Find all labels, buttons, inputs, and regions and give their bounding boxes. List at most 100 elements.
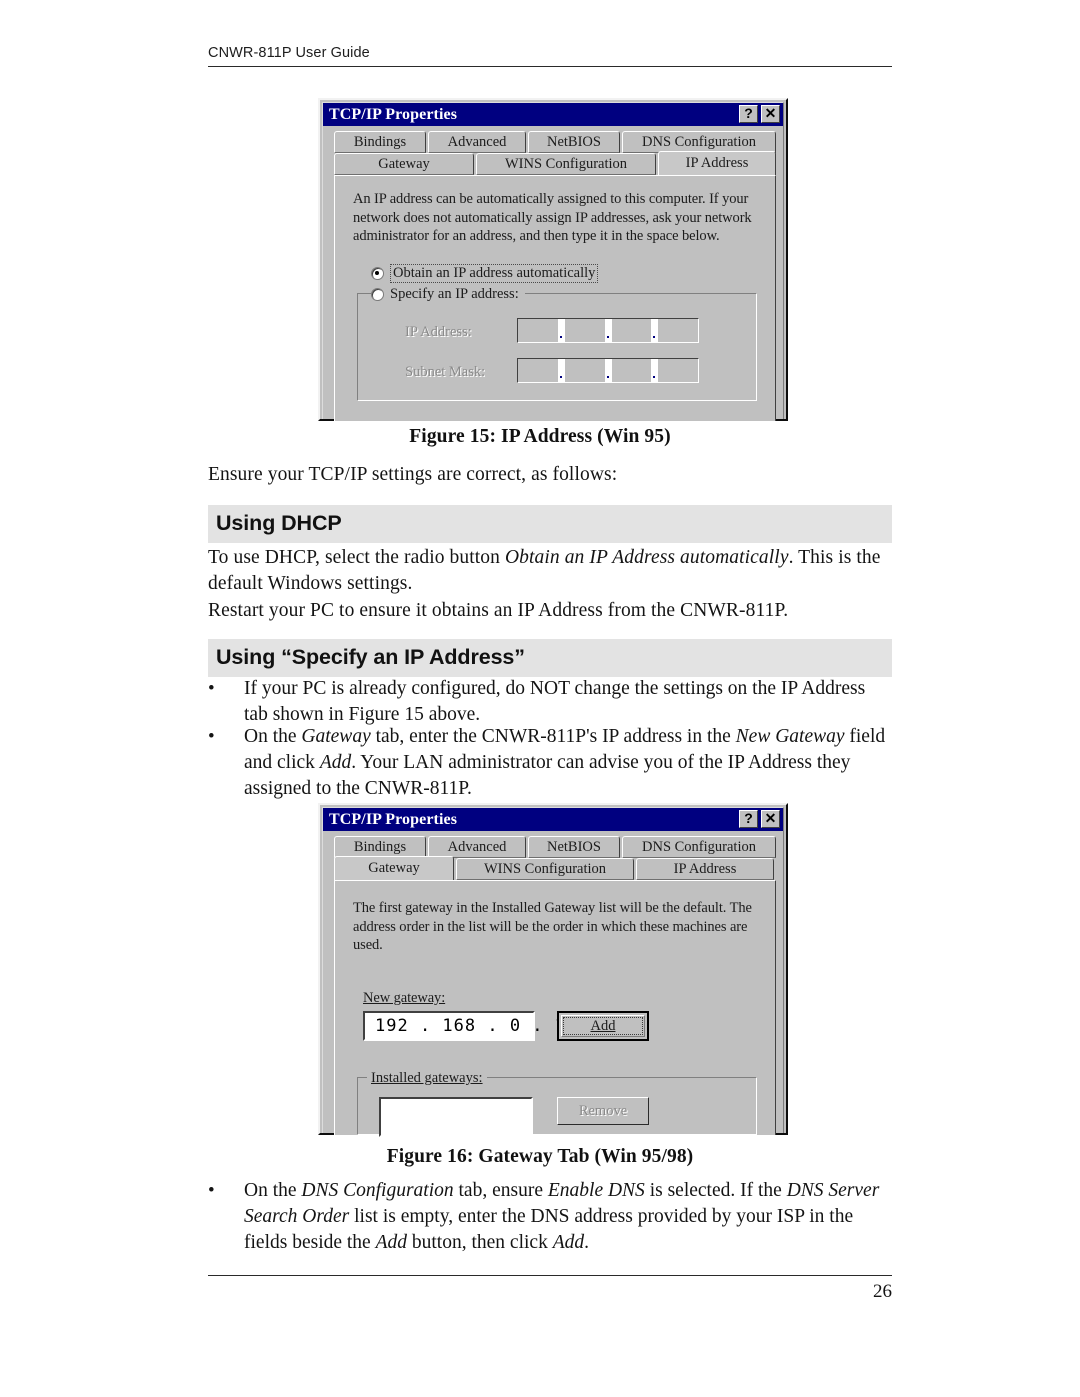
dhcp-paragraph-1-italic: Obtain an IP Address automatically (504, 547, 789, 568)
list-item: • On the DNS Configuration tab, ensure E… (208, 1178, 892, 1256)
mask-octet-2[interactable] (564, 359, 605, 382)
header-rule (208, 66, 892, 67)
tab-panel-ip-address: An IP address can be automatically assig… (334, 175, 776, 421)
tab-netbios[interactable]: NetBIOS (528, 836, 620, 858)
tab-ip-address[interactable]: IP Address (636, 858, 774, 880)
tcpip-properties-dialog-ip-address[interactable]: TCP/IP Properties ? ✕ Bindings Advanced … (318, 98, 788, 421)
list-item: • On the Gateway tab, enter the CNWR-811… (208, 724, 892, 802)
radio-button-icon[interactable] (371, 288, 384, 301)
tab-dns-configuration[interactable]: DNS Configuration (622, 131, 776, 153)
ip-separator-dot (604, 319, 612, 342)
bullet-3-c: is selected. If the (644, 1180, 787, 1201)
tab-wins-configuration[interactable]: WINS Configuration (456, 858, 634, 880)
tab-bindings[interactable]: Bindings (334, 836, 426, 858)
radio-obtain-automatically[interactable]: Obtain an IP address automatically (371, 264, 599, 283)
close-icon[interactable]: ✕ (761, 105, 780, 123)
ip-octet-3[interactable] (611, 319, 652, 342)
ip-separator-dot (604, 359, 612, 382)
help-icon[interactable]: ? (739, 810, 758, 828)
bullet-3-f: . (584, 1232, 589, 1253)
tab-row-top: Bindings Advanced NetBIOS DNS Configurat… (334, 131, 778, 153)
installed-gateways-label: Installed gateways: (367, 1070, 487, 1087)
tab-advanced[interactable]: Advanced (428, 836, 526, 858)
running-header: CNWR-811P User Guide (208, 45, 892, 67)
bullet-marker: • (208, 678, 215, 699)
add-button-label: Add (590, 1017, 616, 1034)
tab-gateway[interactable]: Gateway (334, 856, 454, 880)
bullet-3-i5: Add (552, 1232, 585, 1253)
radio-button-icon[interactable] (371, 267, 384, 280)
add-button[interactable]: Add (557, 1011, 649, 1041)
mask-octet-1[interactable] (518, 359, 558, 382)
bullet-2-i2: New Gateway (735, 726, 845, 747)
subnet-mask-input[interactable] (517, 358, 699, 383)
remove-button[interactable]: Remove (557, 1097, 649, 1125)
dialog-title: TCP/IP Properties (329, 810, 458, 828)
new-gateway-label: New gateway: (363, 989, 445, 1008)
bullet-3-a: On the (244, 1180, 302, 1201)
tcpip-properties-dialog-gateway[interactable]: TCP/IP Properties ? ✕ Bindings Advanced … (318, 803, 788, 1137)
subnet-mask-field-label: Subnet Mask: (405, 364, 486, 380)
ip-separator-dot (651, 359, 659, 382)
bullet-3-text: On the DNS Configuration tab, ensure Ena… (244, 1178, 892, 1256)
tab-advanced[interactable]: Advanced (428, 131, 526, 153)
tab-row-bottom: Gateway WINS Configuration IP Address (334, 151, 778, 175)
page-number: 26 (873, 1281, 892, 1302)
new-gateway-input[interactable]: 192 . 168 . 0 . 1 (363, 1011, 565, 1041)
mask-octet-3[interactable] (611, 359, 652, 382)
tab-row-top: Bindings Advanced NetBIOS DNS Configurat… (334, 836, 778, 858)
bullet-marker: • (208, 726, 215, 747)
ip-address-description: An IP address can be automatically assig… (353, 191, 752, 244)
ip-address-input[interactable] (517, 318, 699, 343)
gateway-description: The first gateway in the Installed Gatew… (353, 900, 752, 953)
heading-using-dhcp: Using DHCP (208, 505, 892, 543)
tab-dns-configuration[interactable]: DNS Configuration (622, 836, 776, 858)
titlebar-buttons: ? ✕ (739, 810, 780, 828)
bullet-1-text: If your PC is already configured, do NOT… (244, 678, 866, 725)
running-header-text: CNWR-811P User Guide (208, 45, 370, 61)
dialog-titlebar[interactable]: TCP/IP Properties ? ✕ (323, 103, 783, 126)
bullet-2-b: tab, enter the CNWR-811P's IP address in… (370, 726, 736, 747)
bullet-2-text: On the Gateway tab, enter the CNWR-811P'… (244, 724, 892, 802)
figure-15-caption: Figure 15: IP Address (Win 95) (409, 426, 671, 447)
ip-octet-4[interactable] (658, 319, 698, 342)
tab-gateway[interactable]: Gateway (334, 153, 474, 175)
ip-separator-dot (651, 319, 659, 342)
bullet-2-i3: Add (319, 752, 352, 773)
bullet-2-a: On the (244, 726, 302, 747)
bullet-3-b: tab, ensure (453, 1180, 548, 1201)
footer-rule (208, 1275, 892, 1276)
bullet-3-i4: Add (375, 1232, 408, 1253)
ip-address-field-label: IP Address: (405, 324, 472, 340)
document-page: CNWR-811P User Guide TCP/IP Properties ?… (0, 0, 1080, 1397)
intro-paragraph: Ensure your TCP/IP settings are correct,… (208, 464, 618, 485)
ip-separator-dot (557, 359, 565, 382)
tab-row-bottom: Gateway WINS Configuration IP Address (334, 856, 776, 880)
mask-octet-4[interactable] (658, 359, 698, 382)
dhcp-paragraph-2: Restart your PC to ensure it obtains an … (208, 600, 789, 621)
close-icon[interactable]: ✕ (761, 810, 780, 828)
figure-16-caption: Figure 16: Gateway Tab (Win 95/98) (386, 1146, 694, 1167)
dialog-titlebar[interactable]: TCP/IP Properties ? ✕ (323, 808, 783, 831)
heading-using-specify-ip-address: Using “Specify an IP Address” (208, 639, 892, 677)
bullet-3-i1: DNS Configuration (301, 1180, 454, 1201)
tab-wins-configuration[interactable]: WINS Configuration (476, 153, 656, 175)
installed-gateways-list[interactable] (379, 1097, 533, 1137)
tab-netbios[interactable]: NetBIOS (528, 131, 620, 153)
new-gateway-label-text: New gateway: (363, 990, 446, 1006)
radio-specify-ip-address[interactable]: Specify an IP address: (371, 286, 525, 303)
tab-bindings[interactable]: Bindings (334, 131, 426, 153)
ip-octet-2[interactable] (564, 319, 605, 342)
specify-ip-address-group (357, 293, 757, 401)
remove-button-label: Remove (578, 1102, 628, 1119)
tab-panel-gateway: The first gateway in the Installed Gatew… (334, 880, 776, 1137)
dialog-title: TCP/IP Properties (329, 105, 458, 123)
tab-ip-address[interactable]: IP Address (658, 151, 776, 175)
ip-octet-1[interactable] (518, 319, 558, 342)
bullet-2-i1: Gateway (301, 726, 371, 747)
bullet-3-i2: Enable DNS (547, 1180, 645, 1201)
help-icon[interactable]: ? (739, 105, 758, 123)
bullet-3-e: button, then click (407, 1232, 553, 1253)
radio-specify-ip-address-label: Specify an IP address: (390, 286, 519, 302)
bullet-marker: • (208, 1180, 215, 1201)
